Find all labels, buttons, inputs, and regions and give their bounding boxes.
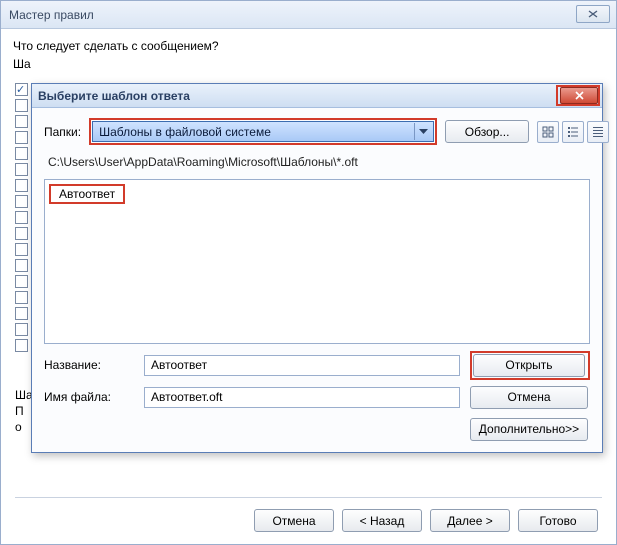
modal-close-button[interactable]: [560, 87, 598, 104]
chevron-down-icon: [414, 123, 431, 140]
filename-label: Имя файла:: [44, 390, 134, 404]
browse-button[interactable]: Обзор...: [445, 120, 529, 143]
highlight-frame: Открыть: [470, 351, 590, 380]
highlight-frame: Автоответ: [49, 184, 125, 204]
action-checkbox[interactable]: [15, 227, 28, 240]
view-mode-buttons: [537, 121, 609, 143]
folders-row: Папки: Шаблоны в файловой системе Обзор.…: [44, 118, 590, 145]
select-reply-template-dialog: Выберите шаблон ответа Папки: Шаблоны в …: [31, 83, 603, 453]
finish-button[interactable]: Готово: [518, 509, 598, 532]
modal-bottom-grid: Название: Открыть Имя файла: Отмена Допо…: [44, 352, 590, 442]
outer-body: Что следует сделать с сообщением? Ша Ша …: [1, 29, 616, 544]
close-icon: [588, 10, 598, 18]
action-checkbox-column: [15, 83, 28, 352]
outer-titlebar: Мастер правил: [1, 1, 616, 29]
action-checkbox[interactable]: [15, 275, 28, 288]
name-label: Название:: [44, 358, 134, 372]
action-checkbox[interactable]: [15, 83, 28, 96]
view-list-button[interactable]: [562, 121, 584, 143]
modal-body: Папки: Шаблоны в файловой системе Обзор.…: [32, 108, 602, 452]
modal-titlebar: Выберите шаблон ответа: [32, 84, 602, 108]
advanced-button[interactable]: Дополнительно>>: [470, 418, 588, 441]
wizard-button-row: Отмена < Назад Далее > Готово: [254, 509, 598, 532]
current-path: C:\Users\User\AppData\Roaming\Microsoft\…: [44, 153, 590, 171]
back-button[interactable]: < Назад: [342, 509, 422, 532]
open-button[interactable]: Открыть: [473, 354, 585, 377]
name-input[interactable]: [144, 355, 460, 376]
next-button[interactable]: Далее >: [430, 509, 510, 532]
action-checkbox[interactable]: [15, 307, 28, 320]
large-icons-icon: [542, 126, 554, 138]
action-checkbox[interactable]: [15, 291, 28, 304]
folders-dropdown[interactable]: Шаблоны в файловой системе: [92, 121, 434, 142]
folders-label: Папки:: [44, 125, 81, 139]
action-checkbox[interactable]: [15, 163, 28, 176]
view-large-icons-button[interactable]: [537, 121, 559, 143]
action-checkbox[interactable]: [15, 243, 28, 256]
wizard-prompt: Что следует сделать с сообщением?: [13, 39, 604, 53]
action-checkbox[interactable]: [15, 131, 28, 144]
close-icon: [574, 91, 585, 100]
action-checkbox[interactable]: [15, 339, 28, 352]
action-checkbox[interactable]: [15, 99, 28, 112]
action-checkbox[interactable]: [15, 211, 28, 224]
step1-label: Ша: [13, 57, 604, 71]
outer-close-button[interactable]: [576, 5, 610, 23]
action-checkbox[interactable]: [15, 323, 28, 336]
filename-input[interactable]: [144, 387, 460, 408]
details-view-icon: [592, 126, 604, 138]
separator: [15, 497, 602, 498]
action-checkbox[interactable]: [15, 259, 28, 272]
file-item[interactable]: Автоответ: [55, 186, 119, 202]
view-details-button[interactable]: [587, 121, 609, 143]
file-list[interactable]: Автоответ: [44, 179, 590, 344]
folders-dropdown-value: Шаблоны в файловой системе: [99, 125, 271, 139]
action-checkbox[interactable]: [15, 179, 28, 192]
highlight-frame: Шаблоны в файловой системе: [89, 118, 437, 145]
action-checkbox[interactable]: [15, 115, 28, 128]
action-checkbox[interactable]: [15, 195, 28, 208]
list-view-icon: [567, 126, 579, 138]
modal-cancel-button[interactable]: Отмена: [470, 386, 588, 409]
outer-window-title: Мастер правил: [9, 8, 94, 22]
modal-title: Выберите шаблон ответа: [38, 89, 190, 103]
cancel-button[interactable]: Отмена: [254, 509, 334, 532]
rules-wizard-window: Мастер правил Что следует сделать с сооб…: [0, 0, 617, 545]
action-checkbox[interactable]: [15, 147, 28, 160]
